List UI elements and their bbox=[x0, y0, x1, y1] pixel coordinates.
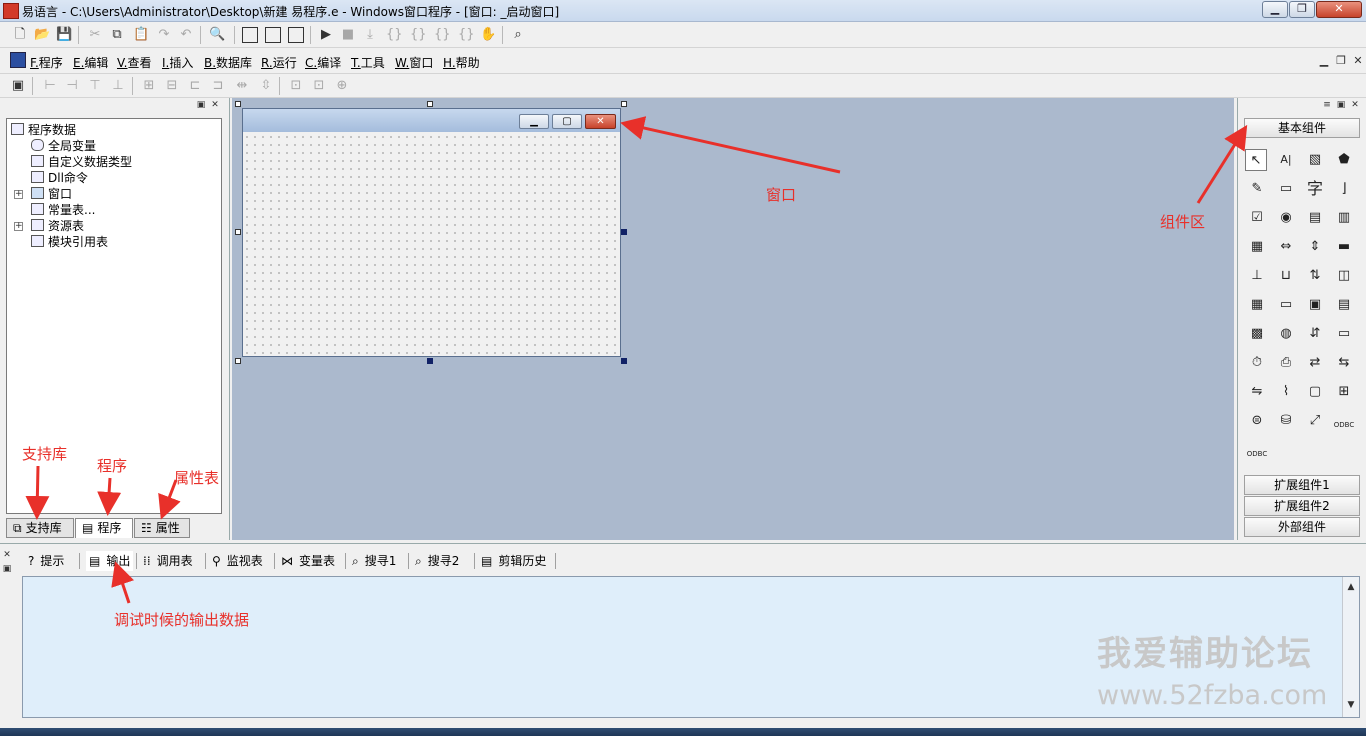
annotation-program: 程序 bbox=[97, 457, 128, 475]
annotation-components: 组件区 bbox=[1160, 213, 1206, 231]
annotation-properties: 属性表 bbox=[174, 469, 220, 487]
arrow-components bbox=[1196, 124, 1248, 204]
arrow-output bbox=[111, 561, 135, 604]
arrow-support-lib bbox=[25, 465, 50, 520]
arrow-window bbox=[620, 116, 841, 174]
annotation-output: 调试时候的输出数据 bbox=[114, 611, 250, 629]
annotation-support-lib: 支持库 bbox=[22, 445, 68, 463]
annotation-window: 窗口 bbox=[766, 186, 797, 204]
arrow-program bbox=[97, 477, 122, 516]
